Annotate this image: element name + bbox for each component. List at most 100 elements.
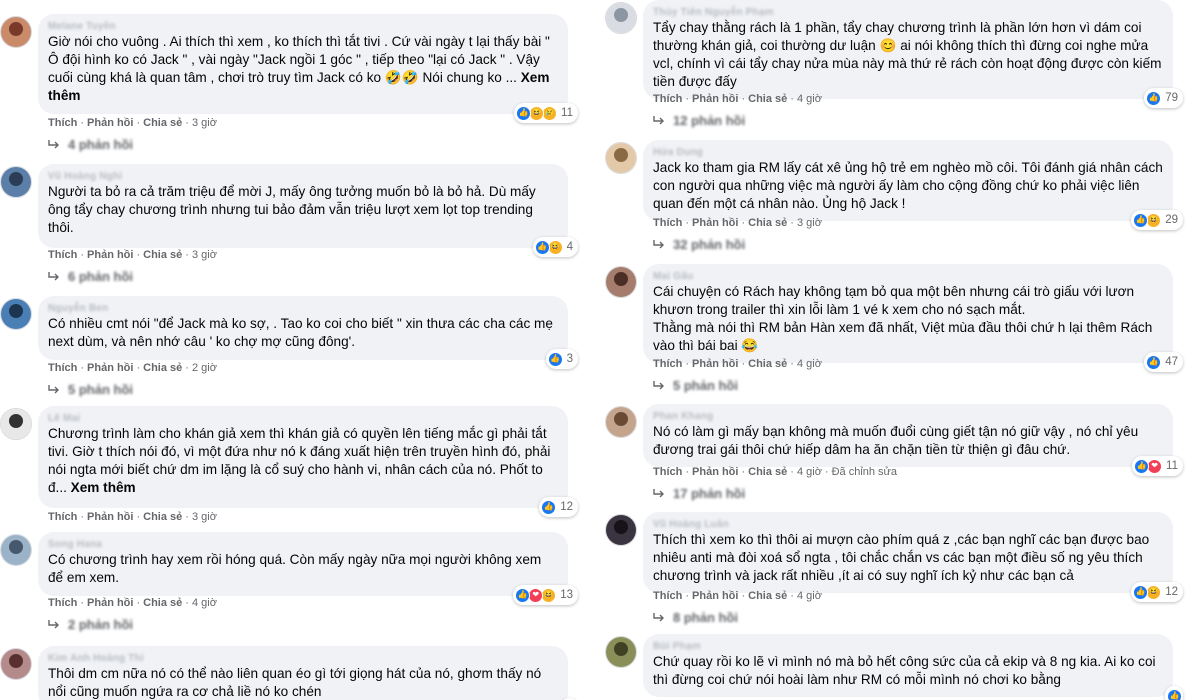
avatar[interactable] bbox=[605, 514, 637, 546]
share-link[interactable]: Chia sẻ bbox=[748, 590, 787, 602]
comment-author[interactable]: Hứa Dung bbox=[653, 146, 1163, 159]
like-link[interactable]: Thích bbox=[653, 590, 682, 602]
comment-author[interactable]: Kim Anh Hoàng Thi bbox=[48, 652, 558, 665]
comment-timestamp[interactable]: 3 giờ bbox=[192, 117, 217, 129]
reply-link[interactable]: Phản hồi bbox=[87, 249, 133, 261]
reaction-summary[interactable]: 👍 😆 12 bbox=[1131, 582, 1183, 602]
share-link[interactable]: Chia sẻ bbox=[748, 358, 787, 370]
share-link[interactable]: Chia sẻ bbox=[748, 217, 787, 229]
reaction-summary[interactable]: 👍 12 bbox=[539, 497, 578, 517]
avatar[interactable] bbox=[605, 636, 637, 668]
share-link[interactable]: Chia sẻ bbox=[143, 362, 182, 374]
avatar[interactable] bbox=[0, 408, 32, 440]
comment-body: Cái chuyện có Rách hay không tạm bỏ qua … bbox=[653, 284, 1153, 353]
view-replies-link[interactable]: 6 phản hồi bbox=[48, 269, 133, 284]
avatar[interactable] bbox=[605, 406, 637, 438]
reply-link[interactable]: Phản hồi bbox=[692, 93, 738, 105]
comment-author[interactable]: Vũ Hoàng Luân bbox=[653, 518, 1163, 531]
avatar[interactable] bbox=[605, 266, 637, 298]
comment-author[interactable]: Melane Tuyền bbox=[48, 20, 558, 33]
comment-author[interactable]: Vũ Hoàng Nghi bbox=[48, 170, 558, 183]
replies-count-label: 4 phản hồi bbox=[68, 137, 133, 152]
comment-text: Có chương trình hay xem rồi hóng quá. Cò… bbox=[48, 551, 558, 587]
comment-author[interactable]: Song Hana bbox=[48, 538, 558, 551]
view-replies-link[interactable]: 8 phản hồi bbox=[653, 610, 738, 625]
comment-actions: Thích · Phản hồi · Chia sẻ · 4 giờ · Đã chỉnh sử… bbox=[653, 466, 897, 478]
reaction-summary[interactable]: 👍 😆 29 bbox=[1131, 210, 1183, 230]
view-replies-link[interactable]: 12 phản hồi bbox=[653, 113, 745, 128]
reply-link[interactable]: Phản hồi bbox=[692, 466, 738, 478]
comment-body: Tẩy chay thằng rách là 1 phần, tẩy chay … bbox=[653, 20, 1162, 89]
comment-text: Có nhiều cmt nói "để Jack mà ko sợ, . Ta… bbox=[48, 315, 558, 351]
haha-reaction-icon: 😆 bbox=[529, 105, 545, 121]
share-link[interactable]: Chia sẻ bbox=[748, 93, 787, 105]
reply-link[interactable]: Phản hồi bbox=[692, 590, 738, 602]
view-replies-link[interactable]: 2 phản hồi bbox=[48, 617, 133, 632]
share-link[interactable]: Chia sẻ bbox=[143, 597, 182, 609]
avatar[interactable] bbox=[605, 142, 637, 174]
like-link[interactable]: Thích bbox=[48, 117, 77, 129]
comment-timestamp[interactable]: 2 giờ bbox=[192, 362, 217, 374]
comment-timestamp[interactable]: 4 giờ bbox=[797, 590, 822, 602]
like-link[interactable]: Thích bbox=[48, 511, 77, 523]
like-link[interactable]: Thích bbox=[48, 597, 77, 609]
share-link[interactable]: Chia sẻ bbox=[143, 117, 182, 129]
view-replies-link[interactable]: 5 phản hồi bbox=[653, 378, 738, 393]
reaction-summary[interactable]: 👍 79 bbox=[1144, 88, 1183, 108]
like-link[interactable]: Thích bbox=[653, 466, 682, 478]
comment-timestamp[interactable]: 4 giờ bbox=[797, 358, 822, 370]
comment-timestamp[interactable]: 3 giờ bbox=[797, 217, 822, 229]
reply-link[interactable]: Phản hồi bbox=[87, 597, 133, 609]
like-link[interactable]: Thích bbox=[48, 249, 77, 261]
share-link[interactable]: Chia sẻ bbox=[143, 511, 182, 523]
comment-timestamp[interactable]: 4 giờ bbox=[797, 466, 822, 478]
comment-timestamp[interactable]: 3 giờ bbox=[192, 511, 217, 523]
comment-author[interactable]: Mai Gấu bbox=[653, 270, 1163, 283]
haha-reaction-icon: 😆 bbox=[541, 587, 557, 603]
avatar[interactable] bbox=[605, 2, 637, 34]
comment-timestamp[interactable]: 3 giờ bbox=[192, 249, 217, 261]
reaction-summary[interactable]: 👍 😆 4 bbox=[532, 237, 578, 257]
like-reaction-icon: 👍 bbox=[534, 239, 550, 255]
like-link[interactable]: Thích bbox=[653, 93, 682, 105]
reply-link[interactable]: Phản hồi bbox=[87, 511, 133, 523]
reply-link[interactable]: Phản hồi bbox=[692, 217, 738, 229]
comment-author[interactable]: Lê Mai bbox=[48, 412, 558, 425]
avatar[interactable] bbox=[0, 534, 32, 566]
reaction-summary[interactable]: 👍 3 bbox=[545, 349, 578, 369]
avatar[interactable] bbox=[0, 298, 32, 330]
like-link[interactable]: Thích bbox=[48, 362, 77, 374]
comment-timestamp[interactable]: 4 giờ bbox=[192, 597, 217, 609]
reply-link[interactable]: Phản hồi bbox=[692, 358, 738, 370]
reply-arrow-icon bbox=[653, 613, 664, 622]
reaction-summary[interactable]: 👍 47 bbox=[1144, 352, 1183, 372]
view-replies-link[interactable]: 4 phản hồi bbox=[48, 137, 133, 152]
comment-author[interactable]: Bùi Phạm bbox=[653, 640, 1163, 653]
like-reaction-icon: 👍 bbox=[516, 105, 532, 121]
like-link[interactable]: Thích bbox=[653, 358, 682, 370]
reaction-summary[interactable]: 👍 ❤ 😆 13 bbox=[513, 585, 578, 605]
see-more-link[interactable]: Xem thêm bbox=[71, 480, 136, 495]
reaction-summary[interactable]: 👍 bbox=[1165, 686, 1183, 700]
separator-dot: · bbox=[790, 590, 794, 602]
avatar[interactable] bbox=[0, 166, 32, 198]
reply-link[interactable]: Phản hồi bbox=[87, 117, 133, 129]
reaction-count: 12 bbox=[1165, 586, 1178, 598]
avatar[interactable] bbox=[0, 16, 32, 48]
comment-author[interactable]: Thủy Tiên Nguyễn Phạm bbox=[653, 6, 1163, 19]
separator-dot: · bbox=[741, 466, 746, 478]
share-link[interactable]: Chia sẻ bbox=[748, 466, 787, 478]
share-link[interactable]: Chia sẻ bbox=[143, 249, 182, 261]
reaction-count: 47 bbox=[1165, 356, 1178, 368]
reaction-summary[interactable]: 👍 😆 😢 11 bbox=[514, 103, 578, 123]
view-replies-link[interactable]: 5 phản hồi bbox=[48, 382, 133, 397]
reply-link[interactable]: Phản hồi bbox=[87, 362, 133, 374]
avatar[interactable] bbox=[0, 648, 32, 680]
comment-timestamp[interactable]: 4 giờ bbox=[797, 93, 822, 105]
comment-author[interactable]: Nguyễn Ben bbox=[48, 302, 558, 315]
view-replies-link[interactable]: 17 phản hồi bbox=[653, 486, 745, 501]
like-link[interactable]: Thích bbox=[653, 217, 682, 229]
reaction-summary[interactable]: 👍 ❤ 11 bbox=[1132, 456, 1183, 476]
view-replies-link[interactable]: 32 phản hồi bbox=[653, 237, 745, 252]
comment-author[interactable]: Phan Khang bbox=[653, 410, 1163, 423]
